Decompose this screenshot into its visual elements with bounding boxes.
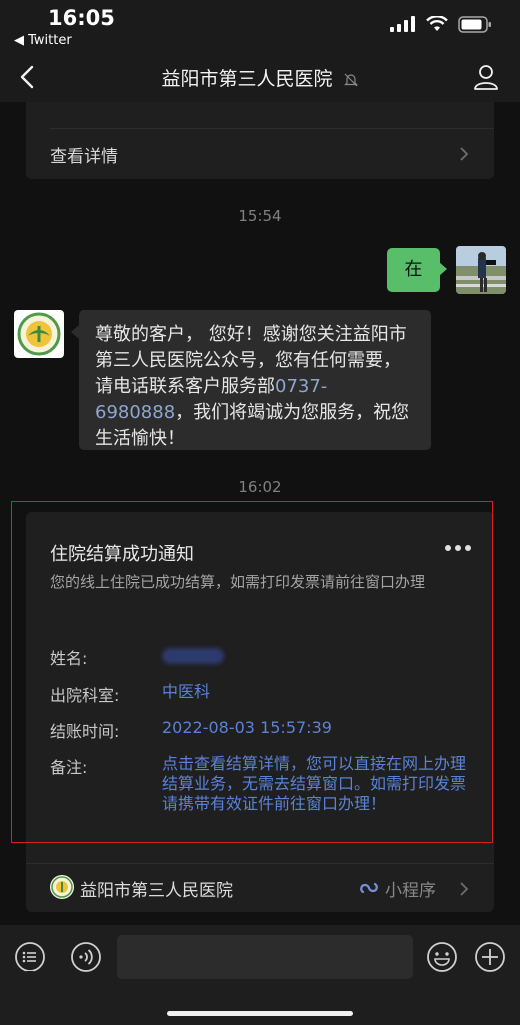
emoji-icon[interactable] bbox=[426, 941, 458, 973]
chat-title-wrap: 益阳市第三人民医院 bbox=[0, 64, 520, 91]
bubble-tail bbox=[71, 325, 79, 339]
input-bar bbox=[0, 925, 520, 1025]
timestamp: 16:02 bbox=[238, 478, 282, 496]
divider bbox=[50, 128, 494, 129]
message-input[interactable] bbox=[117, 935, 413, 979]
hospital-logo-icon bbox=[17, 312, 61, 356]
chat-area[interactable]: 查看详情 15:54 在 尊敬的客户， 您好！感谢您关注益阳市第三人民医院公众号… bbox=[0, 102, 520, 925]
my-avatar[interactable] bbox=[456, 246, 506, 294]
sent-message-bubble[interactable]: 在 bbox=[387, 248, 440, 292]
chevron-right-icon bbox=[460, 147, 469, 161]
chat-header: 益阳市第三人民医院 bbox=[0, 52, 520, 102]
chat-title: 益阳市第三人民医院 bbox=[161, 68, 333, 90]
view-details-link[interactable]: 查看详情 bbox=[50, 142, 118, 167]
status-icons bbox=[390, 14, 492, 34]
status-bar: 16:05 ◀ Twitter bbox=[0, 0, 520, 52]
mini-program-tag: 小程序 bbox=[385, 881, 436, 901]
mini-program-logo-icon bbox=[50, 875, 74, 899]
avatar-photo-icon bbox=[456, 246, 506, 294]
plus-icon[interactable] bbox=[474, 941, 506, 973]
profile-icon[interactable] bbox=[472, 63, 500, 91]
message-text: 尊敬的客户， 您好！感谢您关注益阳市第三人民医院公众号，您有任何需要，请电话联系… bbox=[95, 324, 407, 397]
official-account-avatar[interactable] bbox=[14, 310, 64, 358]
battery-icon bbox=[458, 15, 491, 33]
status-time: 16:05 bbox=[48, 6, 115, 30]
divider bbox=[26, 863, 494, 864]
highlight-annotation-frame bbox=[11, 501, 493, 843]
chevron-right-icon bbox=[460, 882, 469, 896]
mute-bell-icon bbox=[343, 73, 358, 86]
back-to-app-link[interactable]: ◀ Twitter bbox=[14, 33, 72, 48]
audio-toggle-icon[interactable] bbox=[70, 941, 102, 973]
voice-icon[interactable] bbox=[14, 941, 46, 973]
previous-message-card[interactable]: 查看详情 bbox=[26, 102, 494, 179]
received-message-bubble[interactable]: 尊敬的客户， 您好！感谢您关注益阳市第三人民医院公众号，您有任何需要，请电话联系… bbox=[79, 310, 431, 450]
signal-icon bbox=[390, 16, 415, 32]
timestamp: 15:54 bbox=[238, 207, 282, 225]
mini-program-icon bbox=[360, 882, 378, 894]
mini-program-name[interactable]: 益阳市第三人民医院 bbox=[80, 876, 233, 901]
wifi-icon bbox=[426, 16, 448, 31]
home-indicator[interactable] bbox=[167, 1011, 353, 1016]
bubble-tail bbox=[439, 262, 447, 276]
